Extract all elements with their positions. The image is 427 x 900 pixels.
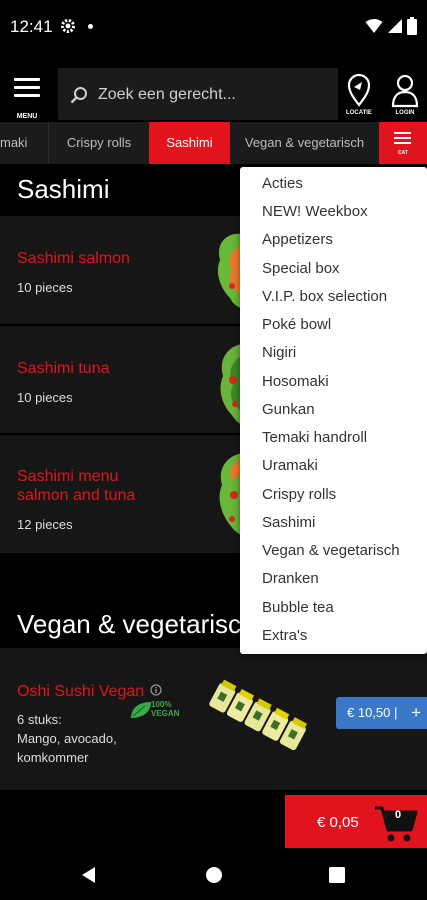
location-button[interactable]: LOCATIE (340, 72, 378, 120)
product-detail-line3: komkommer (17, 750, 89, 765)
status-indicators (365, 17, 417, 35)
dropdown-item-special-box[interactable]: Special box (262, 260, 340, 277)
product-detail-line2: Mango, avocado, (17, 731, 117, 746)
product-detail: 10 pieces (17, 280, 73, 295)
dropdown-item-vip-box[interactable]: V.I.P. box selection (262, 288, 387, 305)
product-name-line2: salmon and tuna (17, 487, 136, 504)
menu-label: MENU (16, 113, 38, 120)
dropdown-item-bubble-tea[interactable]: Bubble tea (262, 599, 334, 616)
home-icon[interactable] (205, 866, 223, 884)
product-name: Oshi Sushi Vegan (17, 683, 145, 700)
dropdown-item-nigiri[interactable]: Nigiri (262, 344, 296, 361)
product-name-line1: Sashimi menu (17, 468, 119, 485)
category-menu-button[interactable]: CAT (379, 122, 427, 164)
category-tabs: maki Crispy rolls Sashimi Vegan & vegeta… (0, 122, 427, 164)
cart-count: 0 (395, 809, 402, 821)
menu-button[interactable]: MENU (8, 76, 48, 124)
product-detail: 12 pieces (17, 517, 73, 532)
vegan-badge-text: 100% VEGAN (151, 700, 180, 718)
status-bar: 12:41 (0, 0, 427, 52)
search-icon (70, 87, 87, 104)
dropdown-item-dranken[interactable]: Dranken (262, 570, 319, 587)
dropdown-item-poke-bowl[interactable]: Poké bowl (262, 316, 331, 333)
sashimi-tuna-image (220, 344, 241, 424)
notification-dot-icon (88, 24, 93, 29)
login-label: LOGIN (395, 110, 415, 116)
dropdown-item-gunkan[interactable]: Gunkan (262, 401, 315, 418)
product-name: Sashimi salmon (17, 250, 130, 267)
search-input[interactable]: Zoek een gerecht... (58, 68, 338, 120)
settings-gear-icon (60, 18, 76, 39)
dropdown-item-vegan-vegetarisch[interactable]: Vegan & vegetarisch (262, 542, 400, 559)
dropdown-item-weekbox[interactable]: NEW! Weekbox (262, 203, 368, 220)
price-label: € 10,50 | (347, 705, 398, 720)
location-label: LOCATIE (346, 110, 372, 116)
dropdown-item-temaki-handroll[interactable]: Temaki handroll (262, 429, 367, 446)
sashimi-salmon-image (217, 233, 242, 308)
info-icon[interactable] (150, 684, 162, 696)
recents-icon[interactable] (329, 867, 345, 883)
hamburger-icon (14, 78, 40, 102)
category-label: CAT (398, 150, 408, 156)
product-detail: 10 pieces (17, 390, 73, 405)
category-dropdown: Acties NEW! Weekbox Appetizers Special b… (240, 167, 427, 654)
dropdown-item-sashimi[interactable]: Sashimi (262, 514, 315, 531)
dropdown-item-crispy-rolls[interactable]: Crispy rolls (262, 486, 336, 503)
product-detail-line1: 6 stuks: (17, 712, 62, 727)
tab-sashimi[interactable]: Sashimi (149, 122, 230, 164)
location-pin-icon (347, 73, 371, 107)
back-icon[interactable] (80, 866, 98, 884)
plus-icon: + (411, 703, 421, 722)
tab-crispy-rolls[interactable]: Crispy rolls (49, 122, 149, 164)
section-title-sashimi: Sashimi (17, 174, 110, 204)
section-title-vegan: Vegan & vegetarisch (17, 609, 256, 639)
battery-icon (407, 17, 417, 35)
status-time: 12:41 (10, 17, 53, 36)
vegan-badge: 100% VEGAN (129, 698, 185, 722)
app-header: MENU Zoek een gerecht... LOCATIE LOGIN (0, 66, 427, 122)
oshi-sushi-vegan-image (209, 679, 308, 751)
dropdown-item-appetizers[interactable]: Appetizers (262, 231, 333, 248)
tab-vegan-vegetarisch[interactable]: Vegan & vegetarisch (230, 122, 379, 164)
cart-total: € 0,05 (317, 814, 359, 831)
dropdown-item-hosomaki[interactable]: Hosomaki (262, 373, 329, 390)
signal-icon (388, 19, 402, 33)
system-nav-bar (0, 848, 427, 900)
dropdown-item-acties[interactable]: Acties (262, 175, 303, 192)
dropdown-item-uramaki[interactable]: Uramaki (262, 457, 318, 474)
leaf-icon (131, 702, 151, 718)
hamburger-icon (394, 132, 411, 147)
tab-uramaki[interactable]: maki (0, 122, 48, 164)
user-icon (391, 74, 419, 108)
product-name: Sashimi tuna (17, 360, 110, 377)
add-to-cart-button[interactable]: € 10,50 | + (336, 697, 427, 729)
dropdown-item-extras[interactable]: Extra's (262, 627, 307, 644)
sashimi-menu-image (219, 453, 242, 535)
search-placeholder: Zoek een gerecht... (98, 86, 236, 103)
wifi-icon (365, 19, 383, 33)
login-button[interactable]: LOGIN (386, 72, 424, 120)
cart-button[interactable]: € 0,05 0 (285, 795, 427, 848)
